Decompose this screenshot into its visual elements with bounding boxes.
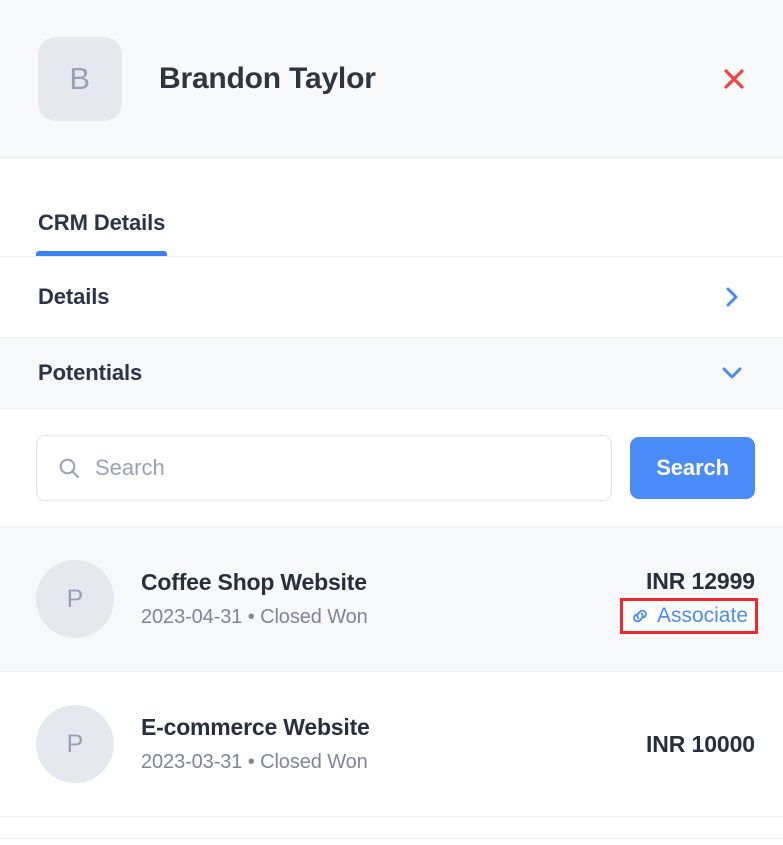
bottom-divider [0,838,783,839]
list-item-amount: INR 10000 [645,730,755,757]
tab-bar: CRM Details [0,158,783,257]
avatar: B [38,36,122,121]
accordion-item-potentials[interactable]: Potentials [0,338,783,409]
avatar: P [36,560,114,638]
search-icon [57,456,81,480]
avatar-initial: P [66,584,84,613]
list-item-subtitle: 2023-04-31 • Closed Won [141,606,368,628]
list-item-title: E-commerce Website [141,714,370,740]
search-input[interactable] [95,454,592,481]
tab-crm-details[interactable]: CRM Details [36,210,168,256]
chevron-right-icon [717,282,747,312]
accordion-item-details[interactable]: Details [0,257,783,338]
search-button[interactable]: Search [630,436,755,499]
avatar: P [36,705,114,783]
list-item-amount: INR 12999 [645,567,755,594]
link-icon [630,606,650,626]
associate-label: Associate [656,603,748,627]
list-item-content: E-commerce Website 2023-03-31 • Closed W… [141,714,646,774]
accordion-label-potentials: Potentials [38,360,143,385]
list-item-subtitle: 2023-03-31 • Closed Won [141,751,368,773]
potentials-list: P Coffee Shop Website 2023-04-31 • Close… [0,527,783,817]
avatar-initial: P [66,729,84,758]
crm-contact-panel: B Brandon Taylor CRM Details Details Pot… [0,0,783,845]
associate-button[interactable]: Associate [619,597,759,634]
list-item-meta: INR 10000 [646,731,755,758]
avatar-initial: B [69,60,91,96]
chevron-down-icon [717,358,747,388]
search-field-wrapper[interactable] [36,434,613,501]
panel-header: B Brandon Taylor [0,0,783,158]
list-item-content: Coffee Shop Website 2023-04-31 • Closed … [141,569,623,629]
tab-label: CRM Details [38,210,166,235]
list-item-meta: INR 12999 Associate [619,567,759,634]
search-area: Search [0,409,783,527]
page-title: Brandon Taylor [159,61,376,95]
accordion-label-details: Details [38,284,110,309]
close-icon [721,66,747,92]
close-button[interactable] [713,58,755,100]
list-item[interactable]: P E-commerce Website 2023-03-31 • Closed… [0,672,783,817]
list-item[interactable]: P Coffee Shop Website 2023-04-31 • Close… [0,527,783,672]
list-item-title: Coffee Shop Website [141,569,367,595]
